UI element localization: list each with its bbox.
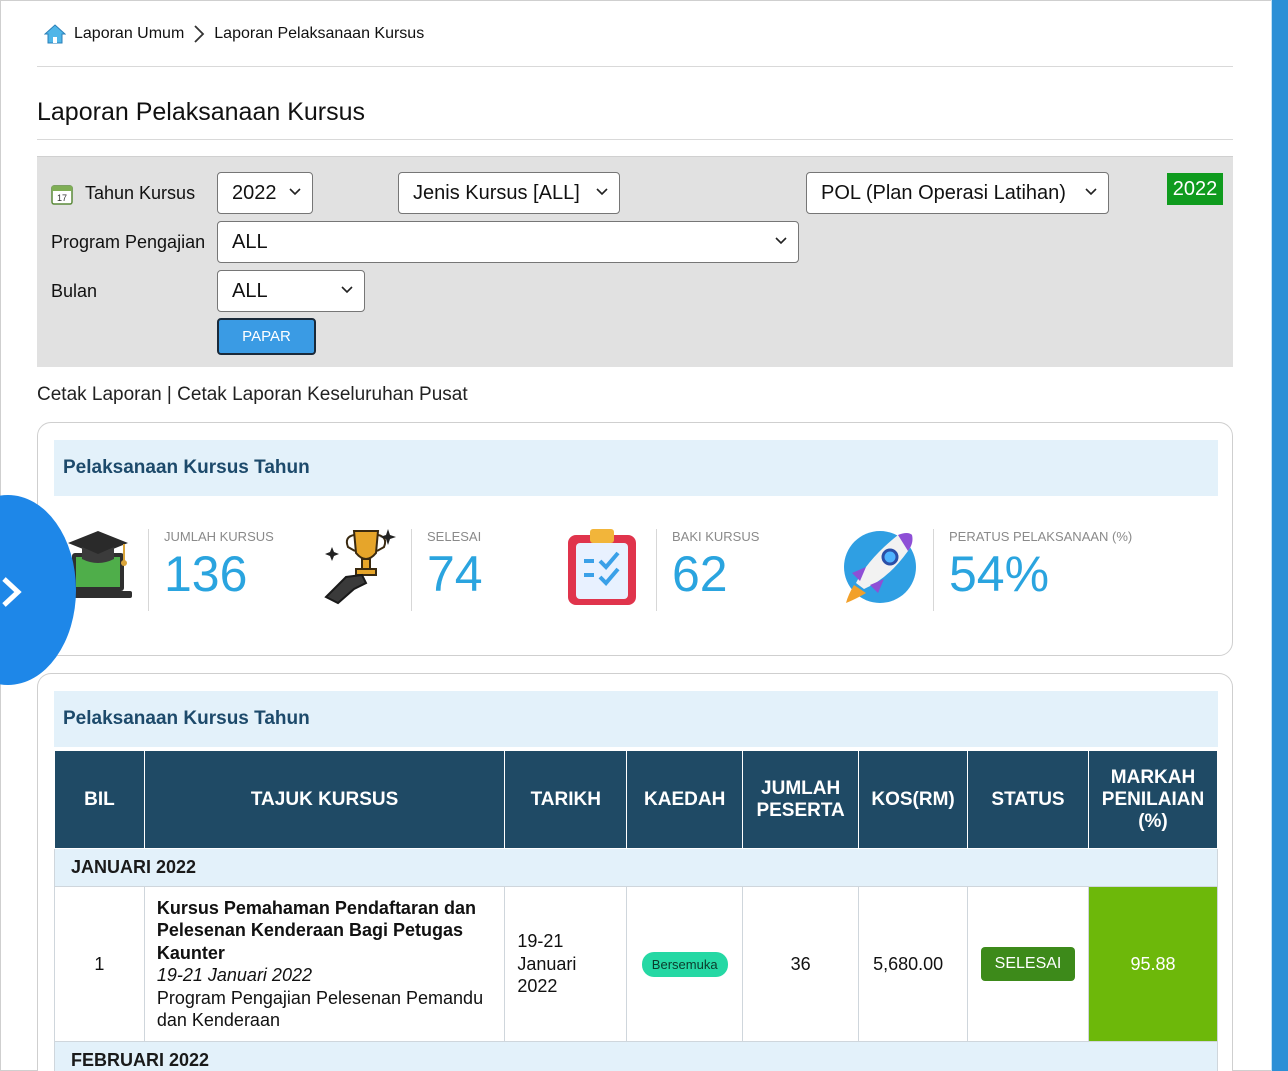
- cetak-laporan-link[interactable]: Cetak Laporan: [37, 384, 162, 405]
- cetak-laporan-pusat-link[interactable]: Cetak Laporan Keseluruhan Pusat: [177, 384, 467, 405]
- trophy-icon: [324, 529, 396, 605]
- cell-status: SELESAI: [967, 886, 1089, 1042]
- breadcrumb-home-link[interactable]: Laporan Umum: [74, 25, 184, 43]
- status-badge: SELESAI: [980, 947, 1076, 981]
- calendar-icon: 17: [51, 185, 73, 205]
- cell-tajuk: Kursus Pemahaman Pendaftaran dan Pelesen…: [143, 886, 506, 1042]
- summary-card: Pelaksanaan Kursus Tahun JUMLAH KURSUS 1…: [37, 422, 1233, 656]
- rocket-icon: [844, 531, 916, 603]
- summary-card-title: Pelaksanaan Kursus Tahun: [54, 440, 1218, 496]
- divider: [37, 139, 1233, 140]
- course-date: 19-21 Januari 2022: [156, 965, 312, 985]
- column-header-kos[interactable]: KOS(RM): [858, 750, 969, 849]
- stat-divider: [933, 529, 934, 611]
- column-header-kaedah[interactable]: KAEDAH: [626, 750, 744, 849]
- breadcrumb: Laporan Umum Laporan Pelaksanaan Kursus: [44, 22, 424, 46]
- cell-kos: 5,680.00: [858, 886, 969, 1042]
- column-header-tajuk[interactable]: TAJUK KURSUS: [143, 750, 506, 849]
- column-header-bil[interactable]: BIL: [54, 750, 145, 849]
- course-table-title: Pelaksanaan Kursus Tahun: [54, 691, 1218, 747]
- course-program: Program Pengajian Pelesenan Pemandu dan …: [156, 987, 484, 1031]
- print-links: Cetak Laporan | Cetak Laporan Keseluruha…: [37, 384, 468, 406]
- stat-label: BAKI KURSUS: [672, 529, 760, 544]
- cell-peserta: 36: [742, 886, 860, 1042]
- table-row[interactable]: 1 Kursus Pemahaman Pendaftaran dan Peles…: [54, 886, 1219, 1042]
- bulan-select-value: ALL: [232, 279, 268, 302]
- breadcrumb-current: Laporan Pelaksanaan Kursus: [214, 25, 425, 42]
- chevron-down-icon: [289, 188, 301, 196]
- chevron-right-icon: [194, 25, 205, 43]
- stat-value: 74: [427, 546, 483, 602]
- clipboard-icon: [568, 529, 636, 605]
- papar-button[interactable]: PAPAR: [217, 318, 316, 355]
- svg-text:17: 17: [57, 193, 67, 203]
- table-header-row: BIL TAJUK KURSUS TARIKH KAEDAH JUMLAH PE…: [54, 750, 1219, 849]
- column-header-tarikh[interactable]: TARIKH: [504, 750, 628, 849]
- year-badge: 2022: [1167, 173, 1223, 205]
- stat-label: SELESAI: [427, 529, 482, 544]
- home-icon[interactable]: [44, 24, 66, 44]
- program-pengajian-select[interactable]: ALL: [217, 221, 799, 263]
- divider: [37, 66, 1233, 67]
- month-group-row: FEBRUARI 2022: [54, 1041, 1218, 1071]
- chevron-down-icon: [596, 188, 608, 196]
- stat-value: 54%: [949, 546, 1050, 602]
- tahun-select-value: 2022: [232, 181, 277, 204]
- pol-select[interactable]: POL (Plan Operasi Latihan): [806, 172, 1109, 214]
- stat-value: 136: [164, 546, 248, 602]
- jenis-kursus-select[interactable]: Jenis Kursus [ALL]: [398, 172, 620, 214]
- stat-divider: [148, 529, 149, 611]
- stat-value: 62: [672, 546, 728, 602]
- jenis-kursus-value: Jenis Kursus [ALL]: [413, 181, 580, 204]
- stat-label: JUMLAH KURSUS: [164, 529, 274, 544]
- pol-select-value: POL (Plan Operasi Latihan): [821, 181, 1066, 204]
- bulan-select[interactable]: ALL: [217, 270, 365, 312]
- cell-markah: 95.88: [1087, 886, 1219, 1042]
- stat-divider: [656, 529, 657, 611]
- bulan-label: Bulan: [51, 281, 98, 301]
- chevron-down-icon: [775, 237, 787, 245]
- tahun-select[interactable]: 2022: [217, 172, 313, 214]
- month-group-row: JANUARI 2022: [54, 848, 1218, 887]
- month-label: JANUARI 2022: [54, 848, 1218, 887]
- arrow-right-icon: [2, 577, 22, 607]
- chevron-down-icon: [341, 286, 353, 294]
- month-label: FEBRUARI 2022: [54, 1041, 1218, 1071]
- course-title[interactable]: Kursus Pemahaman Pendaftaran dan Pelesen…: [157, 897, 492, 965]
- stat-divider: [411, 529, 412, 611]
- program-pengajian-value: ALL: [232, 230, 268, 253]
- cell-bil: 1: [54, 886, 145, 1042]
- page-title: Laporan Pelaksanaan Kursus: [37, 98, 366, 126]
- kaedah-badge: Bersemuka: [641, 951, 728, 977]
- course-table-card: Pelaksanaan Kursus Tahun BIL TAJUK KURSU…: [37, 673, 1233, 1071]
- column-header-markah[interactable]: MARKAH PENILAIAN (%): [1087, 750, 1219, 849]
- tahun-kursus-label: Tahun Kursus: [85, 183, 196, 203]
- column-header-peserta[interactable]: JUMLAH PESERTA: [742, 750, 860, 849]
- chevron-down-icon: [1085, 188, 1097, 196]
- program-pengajian-label: Program Pengajian: [51, 232, 206, 252]
- cell-tarikh: 19-21 Januari 2022: [504, 886, 628, 1042]
- stat-label: PERATUS PELAKSANAAN (%): [949, 529, 1133, 544]
- scrollbar[interactable]: [1272, 0, 1288, 1071]
- course-table: BIL TAJUK KURSUS TARIKH KAEDAH JUMLAH PE…: [54, 750, 1219, 1071]
- link-separator: |: [161, 384, 178, 405]
- cell-kaedah: Bersemuka: [626, 886, 744, 1042]
- column-header-status[interactable]: STATUS: [967, 750, 1089, 849]
- filter-panel: 17 Tahun Kursus 2022 Jenis Kursus [ALL] …: [37, 156, 1233, 367]
